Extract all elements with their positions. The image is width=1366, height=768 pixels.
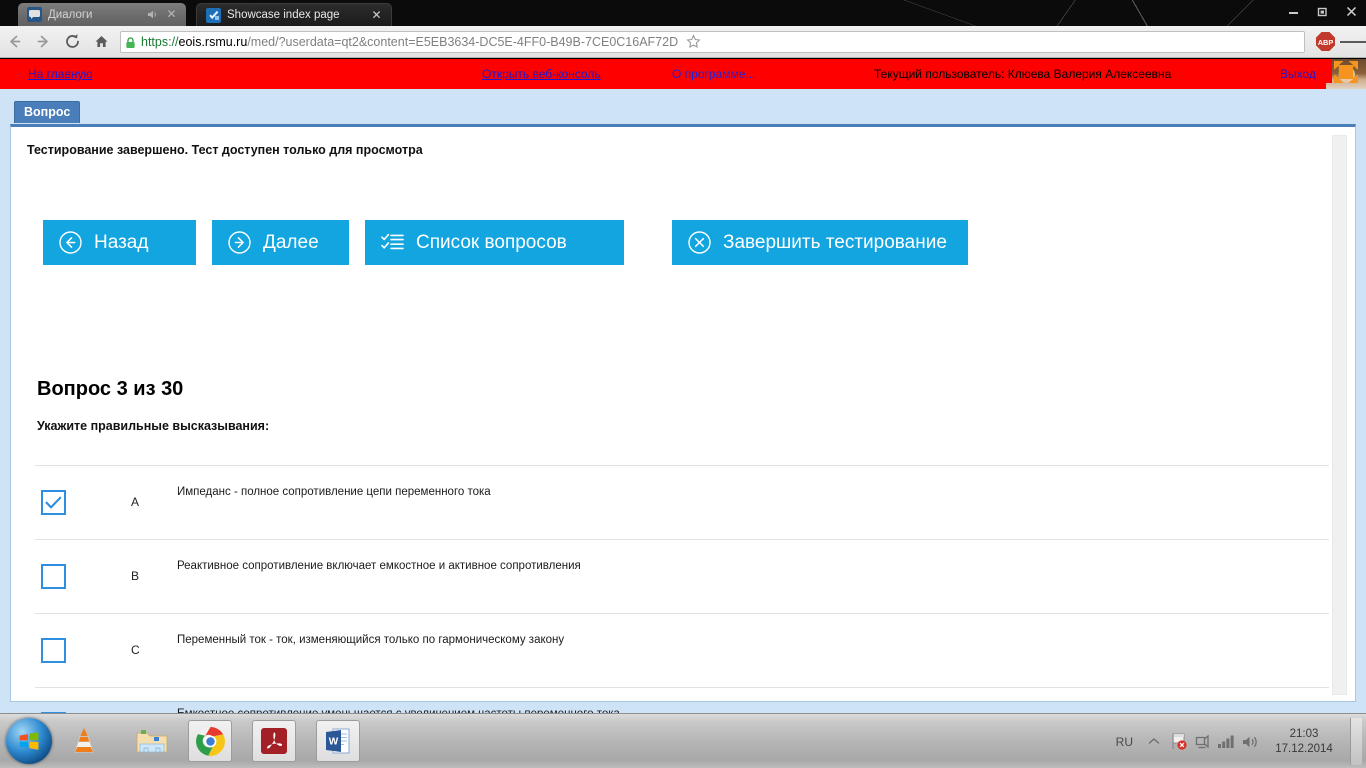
question-content: Тестирование завершено. Тест доступен то… [11, 127, 1331, 761]
answer-row[interactable]: B Реактивное сопротивление включает емко… [35, 539, 1329, 613]
screen: Диалоги ✕ Showcase index page ✕ https://… [0, 0, 1366, 768]
link-about[interactable]: О программе... [672, 67, 755, 81]
browser-tab-dialogi[interactable]: Диалоги ✕ [18, 3, 186, 26]
adobe-reader-icon[interactable] [252, 720, 296, 762]
clock-date: 17.12.2014 [1275, 742, 1333, 755]
browser-titlebar: Диалоги ✕ Showcase index page ✕ [0, 0, 1366, 26]
chat-icon [27, 7, 42, 22]
answer-text: Переменный ток - ток, изменяющийся тольк… [177, 634, 565, 646]
answer-text: Импеданс - полное сопротивление цепи пер… [177, 486, 491, 498]
address-bar-text: https://eois.rsmu.ru/med/?userdata=qt2&c… [141, 35, 678, 49]
answer-checkbox-b[interactable] [41, 564, 66, 589]
app-red-bar: На главную Открыть веб-консоль О програм… [0, 59, 1366, 104]
browser-toolbar: https://eois.rsmu.ru/med/?userdata=qt2&c… [0, 26, 1366, 58]
avatar-edge [1326, 59, 1332, 83]
close-button[interactable] [1337, 0, 1366, 22]
answer-letter: A [131, 495, 140, 509]
answer-checkbox-c[interactable] [41, 638, 66, 663]
url-host: eois.rsmu.ru [178, 34, 248, 49]
circle-x-icon [687, 230, 712, 255]
reload-icon[interactable] [58, 27, 87, 57]
svg-text:W: W [328, 737, 338, 748]
system-tray: RU 21:03 17.12.2014 [1107, 714, 1366, 768]
home-icon[interactable] [87, 27, 116, 57]
app-page: Вопрос Тестирование завершено. Тест дост… [0, 89, 1366, 761]
clock-time: 21:03 [1289, 727, 1319, 740]
menu-bar-line [1348, 40, 1358, 43]
back-arrow-icon[interactable] [0, 27, 29, 57]
show-hidden-icons-icon[interactable] [1142, 730, 1166, 754]
chrome-icon[interactable] [188, 720, 232, 762]
start-orb-icon[interactable] [6, 718, 52, 764]
link-web-console[interactable]: Открыть веб-консоль [482, 67, 601, 81]
forward-arrow-icon[interactable] [29, 27, 58, 57]
answer-letter: B [131, 569, 140, 583]
restore-button[interactable] [1308, 0, 1337, 22]
volume-icon[interactable] [1238, 730, 1262, 754]
answer-row[interactable]: C Переменный ток - ток, изменяющийся тол… [35, 613, 1329, 687]
question-title: Вопрос 3 из 30 [37, 378, 184, 400]
action-center-flag-icon[interactable] [1166, 730, 1190, 754]
address-bar[interactable]: https://eois.rsmu.ru/med/?userdata=qt2&c… [120, 30, 1305, 53]
browser-tab-title: Showcase index page [227, 9, 340, 21]
next-button-label: Далее [263, 231, 319, 253]
tab-close-icon[interactable]: ✕ [165, 8, 178, 21]
answer-text: Реактивное сопротивление включает емкост… [177, 560, 581, 572]
next-button[interactable]: Далее [212, 220, 349, 265]
url-path: /med/?userdata=qt2&content=E5EB3634-DC5E… [247, 34, 679, 49]
signal-icon[interactable] [1214, 730, 1238, 754]
lock-icon [125, 36, 136, 48]
panel-scrollbar[interactable] [1332, 135, 1347, 695]
clock[interactable]: 21:03 17.12.2014 [1262, 727, 1346, 757]
question-list-button-label: Список вопросов [416, 231, 567, 253]
url-scheme: https:// [141, 34, 179, 49]
checklist-icon [380, 230, 405, 255]
tab-audio-icon[interactable] [146, 8, 159, 21]
bookmark-star-icon[interactable] [683, 34, 703, 49]
vlc-icon[interactable] [62, 720, 106, 762]
showcase-icon [206, 7, 221, 23]
back-button[interactable]: Назад [43, 220, 196, 265]
browser-tab-title: Диалоги [48, 8, 93, 21]
chrome-menu-icon[interactable] [1340, 39, 1366, 44]
network-icon[interactable] [1190, 730, 1214, 754]
circle-arrow-right-icon [227, 230, 252, 255]
question-prompt: Укажите правильные высказывания: [37, 419, 270, 433]
question-panel: Тестирование завершено. Тест доступен то… [10, 124, 1356, 761]
windows-taskbar: W RU 21:03 17.12.2014 [0, 713, 1366, 768]
link-logout[interactable]: Выход [1280, 67, 1316, 81]
link-home[interactable]: На главную [28, 67, 92, 81]
adblock-plus-icon[interactable]: ABP [1315, 31, 1336, 52]
test-status-text: Тестирование завершено. Тест доступен то… [27, 143, 423, 157]
question-list-button[interactable]: Список вопросов [365, 220, 624, 265]
menu-bar-line [1357, 40, 1366, 43]
word-icon[interactable]: W [316, 720, 360, 762]
show-desktop-button[interactable] [1350, 718, 1362, 765]
browser-tab-showcase[interactable]: Showcase index page ✕ [196, 3, 392, 26]
window-controls [1279, 0, 1366, 24]
finish-test-button[interactable]: Завершить тестирование [672, 220, 968, 265]
tab-close-icon[interactable]: ✕ [370, 9, 383, 22]
current-user-label: Текущий пользователь: Клюева Валерия Але… [874, 67, 1172, 81]
answer-row[interactable]: A Импеданс - полное сопротивление цепи п… [35, 465, 1329, 539]
finish-test-button-label: Завершить тестирование [723, 231, 947, 253]
circle-arrow-left-icon [58, 230, 83, 255]
tab-vopros[interactable]: Вопрос [14, 101, 81, 123]
answer-letter: C [131, 643, 140, 657]
back-button-label: Назад [94, 231, 149, 253]
minimize-button[interactable] [1279, 0, 1308, 22]
svg-text:ABP: ABP [1318, 38, 1334, 47]
resize-arrows-icon [1334, 61, 1358, 83]
answer-checkbox-a[interactable] [41, 490, 66, 515]
language-indicator[interactable]: RU [1107, 735, 1142, 749]
menu-bar-line [1340, 40, 1349, 43]
explorer-icon[interactable] [130, 720, 174, 762]
